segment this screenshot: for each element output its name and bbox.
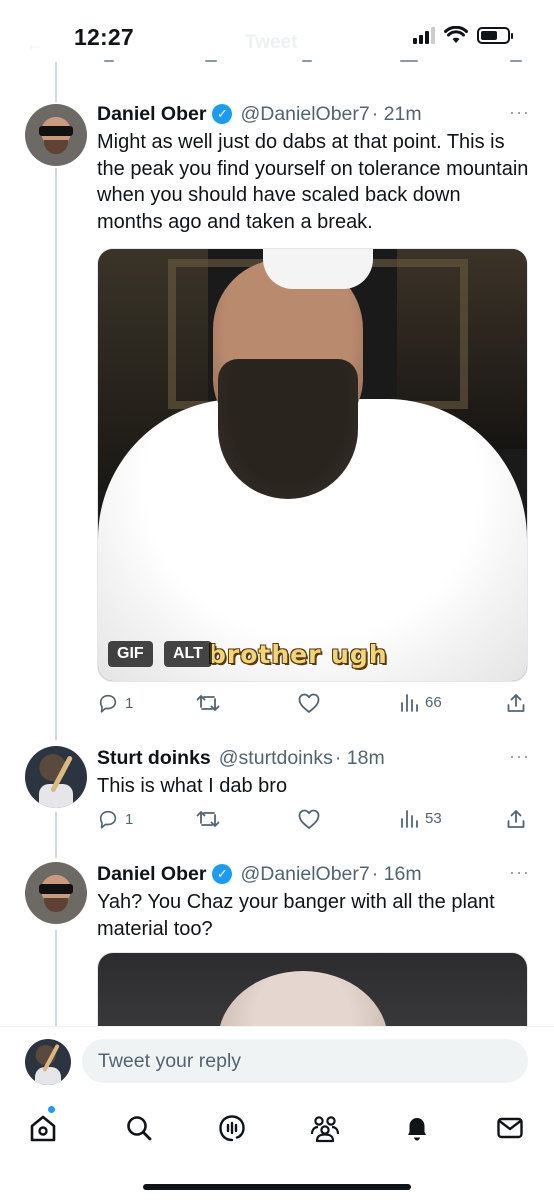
tweet-header: Sturt doinks @sturtdoinks · 18m [97, 746, 530, 770]
reply-count: 1 [125, 810, 134, 828]
search-icon [127, 1116, 152, 1141]
views-icon [401, 694, 418, 712]
tab-spaces[interactable] [212, 1108, 252, 1148]
tab-home[interactable] [23, 1106, 63, 1148]
reply-bar: Tweet your reply [0, 1026, 554, 1094]
more-options-icon[interactable]: ··· [509, 746, 530, 767]
heart-icon [298, 809, 320, 829]
alt-badge[interactable]: ALT [164, 641, 212, 667]
author-name[interactable]: Sturt doinks [97, 746, 211, 770]
status-time: 12:27 [74, 24, 134, 50]
back-arrow-icon[interactable]: ← [26, 34, 44, 55]
author-handle[interactable]: @DanielOber7 [240, 862, 369, 886]
retweet-button[interactable] [195, 692, 221, 714]
tweet-header: Daniel Ober ✓ @DanielOber7 · 21m [97, 102, 530, 126]
header-title: Tweet [245, 32, 298, 53]
like-button[interactable] [297, 808, 321, 830]
retweet-button[interactable] [195, 808, 221, 830]
tweet-header: Daniel Ober ✓ @DanielOber7 · 16m [97, 862, 530, 886]
author-handle[interactable]: @sturtdoinks [219, 746, 333, 770]
avatar[interactable] [25, 746, 87, 808]
author-handle[interactable]: @DanielOber7 [240, 102, 369, 126]
tab-search[interactable] [119, 1108, 159, 1148]
heart-icon [298, 693, 320, 713]
tweet[interactable]: Daniel Ober ✓ @DanielOber7 · 16m ··· Yah… [0, 862, 554, 1042]
share-button[interactable] [505, 692, 527, 714]
views-icon [401, 810, 418, 828]
my-avatar[interactable] [25, 1039, 71, 1085]
reply-icon [99, 810, 117, 829]
retweet-icon [196, 695, 220, 711]
gif-badge: GIF [108, 641, 153, 667]
avatar[interactable] [25, 104, 87, 166]
spaces-icon [219, 1115, 245, 1142]
tweet-text: This is what I dab bro [97, 775, 288, 797]
more-options-icon[interactable]: ··· [509, 862, 530, 883]
tweet-media-gif[interactable]: brother ugh GIF ALT [97, 248, 528, 682]
previous-tweet-actions-peek [0, 56, 554, 74]
wifi-icon [444, 26, 468, 43]
retweet-icon [196, 811, 220, 827]
author-name[interactable]: Daniel Ober [97, 862, 206, 886]
tweet-actions: 1 66 [97, 692, 530, 718]
reply-icon [99, 694, 117, 713]
tab-communities[interactable] [305, 1108, 345, 1148]
gif-image [98, 249, 527, 681]
tweet[interactable]: Sturt doinks @sturtdoinks · 18m ··· This… [0, 746, 554, 846]
share-icon [507, 810, 525, 828]
author-name[interactable]: Daniel Ober [97, 102, 206, 126]
reply-count: 1 [125, 694, 134, 712]
verified-badge-icon: ✓ [212, 104, 233, 124]
views-count: 66 [425, 693, 442, 711]
like-button[interactable] [297, 692, 321, 714]
more-options-icon[interactable]: ··· [509, 102, 530, 123]
tab-notifications[interactable] [397, 1108, 437, 1148]
verified-badge-icon: ✓ [212, 864, 233, 884]
tweet-time: · 16m [371, 863, 422, 885]
avatar[interactable] [25, 862, 87, 924]
views-count: 53 [425, 809, 442, 827]
cellular-signal-icon [413, 26, 435, 44]
reply-button[interactable]: 1 [97, 692, 133, 714]
tweet-time: · 18m [334, 747, 385, 769]
home-indicator[interactable] [143, 1184, 411, 1190]
status-icons [413, 26, 513, 44]
gif-caption: brother ugh [208, 640, 388, 669]
reply-input[interactable]: Tweet your reply [82, 1039, 528, 1083]
tweet-time: · 21m [371, 103, 422, 125]
views-button[interactable]: 53 [399, 808, 442, 828]
notifications-icon [408, 1118, 426, 1141]
tab-messages[interactable] [490, 1108, 530, 1148]
messages-icon [497, 1117, 523, 1139]
battery-icon [477, 26, 513, 44]
notification-dot [48, 1106, 55, 1113]
communities-icon [310, 1116, 340, 1143]
share-button[interactable] [505, 808, 527, 830]
thread-line [55, 62, 57, 102]
share-icon [507, 694, 525, 712]
tweet-text: Yah? You Chaz your banger with all the p… [97, 891, 495, 940]
tweet-actions: 1 53 [97, 808, 530, 834]
home-icon [30, 1115, 56, 1142]
views-button[interactable]: 66 [399, 692, 442, 712]
tweet[interactable]: Daniel Ober ✓ @DanielOber7 · 21m ··· Mig… [0, 102, 554, 732]
tweet-text: Might as well just do dabs at that point… [97, 131, 529, 233]
reply-button[interactable]: 1 [97, 808, 133, 830]
